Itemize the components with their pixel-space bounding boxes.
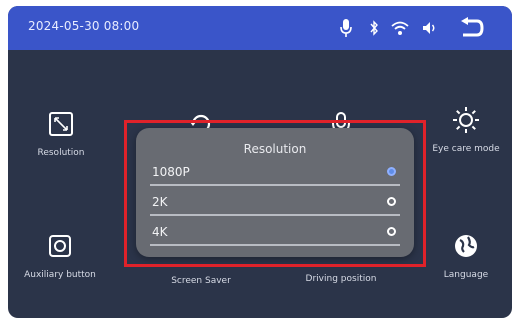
highlight-box (124, 120, 426, 267)
microphone-icon[interactable] (338, 16, 354, 40)
volume-icon[interactable] (419, 16, 441, 40)
tile-label: Driving position (305, 274, 377, 284)
status-bar: 2024-05-30 08:00 (8, 6, 512, 50)
resolution-icon (47, 110, 75, 138)
tile-label: Resolution (37, 148, 85, 158)
status-datetime: 2024-05-30 08:00 (28, 19, 140, 33)
brightness-icon (452, 106, 480, 134)
resolution-tile[interactable]: Resolution (8, 110, 121, 158)
bluetooth-icon[interactable] (367, 16, 381, 40)
globe-icon (452, 232, 480, 260)
auxiliary-button-tile[interactable]: Auxiliary button (8, 232, 120, 280)
tile-label: Language (443, 270, 489, 280)
auxiliary-button-icon (46, 232, 74, 260)
tile-label: Auxiliary button (24, 270, 96, 280)
wifi-icon[interactable] (389, 16, 411, 40)
tile-label: Screen Saver (171, 276, 231, 286)
back-icon[interactable] (456, 16, 486, 40)
